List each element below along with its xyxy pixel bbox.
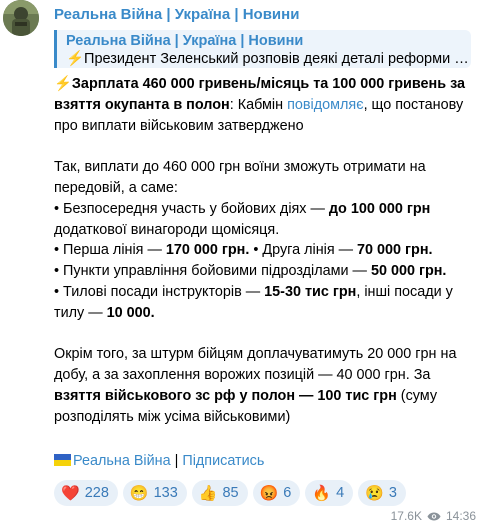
message-text: ⚡Зарплата 460 000 гривень/місяць та 100 … [54,74,476,428]
channel-link[interactable]: Реальна Війна [73,453,171,469]
reply-preview[interactable]: Реальна Війна | Україна | Новини ⚡Презид… [54,30,471,68]
reaction-heart[interactable]: ❤️ 228 [54,480,118,506]
reaction-thumbs-up[interactable]: 👍 85 [191,480,248,506]
reaction-count: 6 [283,485,292,501]
message-time: 14:36 [445,509,476,523]
reaction-count: 228 [84,485,109,501]
reply-title: Реальна Війна | Україна | Новини [66,33,304,49]
grin-icon: 😁 [129,485,149,502]
headline-text: : Кабмін [229,96,288,113]
channel-name[interactable]: Реальна Війна | Україна | Новини [54,6,299,23]
message-meta: 17.6K 14:36 [391,509,476,523]
footer-separator: | [170,453,183,469]
soldier-avatar-image [3,0,39,36]
bullet-lines: • Перша лінія — 170 000 грн. • Друга лін… [54,242,433,259]
paragraph-assault: Окрім того, за штурм бійцям доплачуватим… [54,346,457,425]
reaction-grin[interactable]: 😁 133 [122,480,187,506]
message-bubble: Реальна Війна | Україна | Новини Реальна… [50,0,482,528]
eye-icon [427,512,441,520]
reactions-bar: ❤️ 228 😁 133 👍 85 😡 6 🔥 4 😢 3 [54,480,406,506]
bullet-combat: • Безпосередня участь у бойових діях — д… [54,200,431,238]
lightning-icon: ⚡ [54,76,72,92]
bullet-rear: • Тилові посади інструкторів — 15-30 тис… [54,283,453,321]
reaction-fire[interactable]: 🔥 4 [305,480,354,506]
reaction-cry[interactable]: 😢 3 [358,480,406,506]
cry-icon: 😢 [365,485,384,502]
reaction-count: 3 [388,485,397,501]
source-link[interactable]: повідомляє [287,97,363,113]
paragraph-intro: Так, виплати до 460 000 грн воїни зможут… [54,159,426,196]
reply-text: ⚡Президент Зеленський розповів деякі дет… [66,51,471,67]
channel-avatar[interactable] [3,0,39,36]
subscribe-link[interactable]: Підписатись [182,453,264,469]
fire-icon: 🔥 [312,485,332,502]
reaction-angry[interactable]: 😡 6 [252,480,301,506]
bullet-command: • Пункти управління бойовими підрозділам… [54,263,447,280]
view-count: 17.6K [390,509,422,523]
thumbs-up-icon: 👍 [198,485,218,502]
message-headline: ⚡Зарплата 460 000 гривень/місяць та 100 … [54,74,476,136]
angry-icon: 😡 [259,485,279,502]
message-footer: Реальна Війна | Підписатись [54,451,264,471]
reaction-count: 133 [153,485,178,501]
heart-icon: ❤️ [61,485,80,502]
ukraine-flag-icon [54,454,71,466]
reaction-count: 85 [222,485,239,501]
reaction-count: 4 [336,485,345,501]
